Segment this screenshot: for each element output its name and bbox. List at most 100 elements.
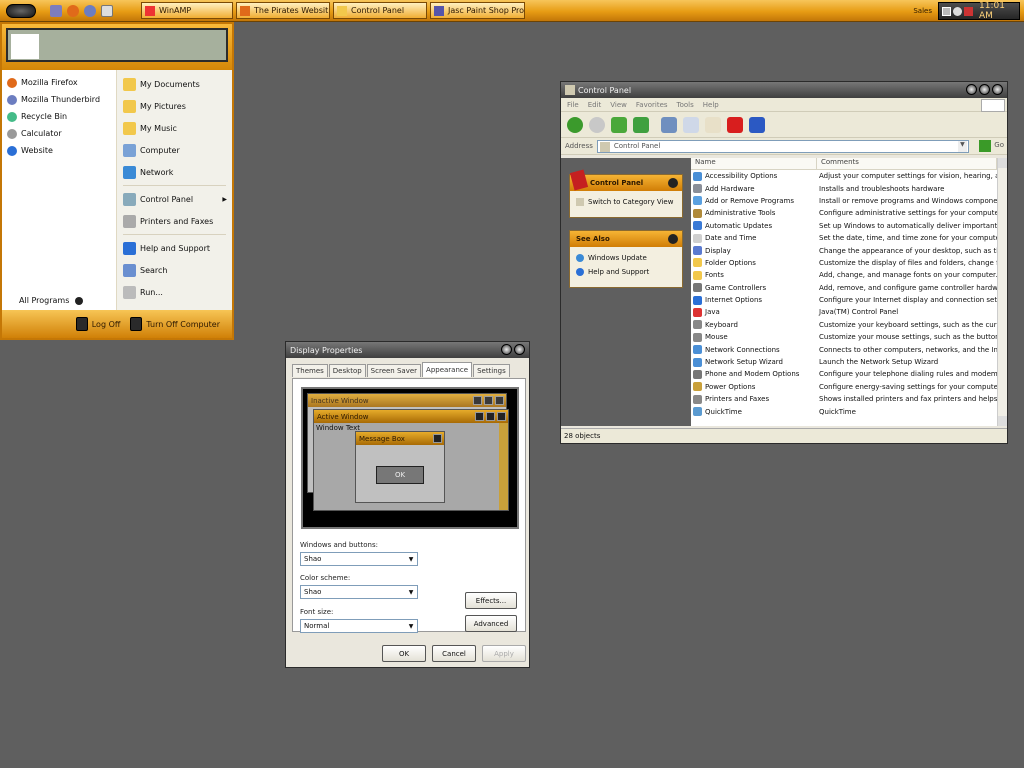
up-folder-icon[interactable]: [611, 116, 627, 133]
all-programs-button[interactable]: All Programs: [14, 292, 84, 309]
list-item[interactable]: Display Change the appearance of your des…: [691, 244, 997, 256]
network-tray-icon[interactable]: [942, 6, 951, 16]
start-menu-item[interactable]: Mozilla Thunderbird: [2, 91, 116, 108]
apply-button[interactable]: Apply: [482, 645, 526, 662]
list-item[interactable]: Mouse Customize your mouse settings, such…: [691, 331, 997, 343]
tab-appearance[interactable]: Appearance: [422, 362, 473, 377]
menu-view[interactable]: View: [610, 101, 627, 109]
taskbar-button[interactable]: WinAMP: [141, 2, 233, 19]
menu-file[interactable]: File: [567, 101, 579, 109]
start-menu-place[interactable]: Computer: [117, 139, 232, 161]
ok-button[interactable]: OK: [382, 645, 426, 662]
log-off-button[interactable]: Log Off: [75, 317, 120, 331]
list-item[interactable]: Fonts Add, change, and manage fonts on yo…: [691, 269, 997, 281]
scroll-up-button[interactable]: [998, 158, 1007, 168]
paste-icon[interactable]: [705, 116, 721, 133]
start-menu-place[interactable]: Printers and Faxes: [117, 210, 232, 232]
start-menu-place[interactable]: Network: [117, 161, 232, 183]
address-dropdown-icon[interactable]: ▼: [957, 140, 967, 152]
list-item[interactable]: Add or Remove Programs Install or remove …: [691, 195, 997, 207]
start-menu-item[interactable]: Calculator: [2, 125, 116, 142]
see-also-link[interactable]: Help and Support: [576, 265, 676, 279]
color-scheme-select[interactable]: Shao ▼: [300, 585, 418, 599]
address-field[interactable]: Control Panel ▼: [596, 139, 969, 153]
scroll-down-button[interactable]: [998, 416, 1007, 426]
language-indicator[interactable]: Sales: [913, 7, 932, 15]
list-item[interactable]: Network Connections Connects to other com…: [691, 343, 997, 355]
clock[interactable]: 11:01 AM: [979, 1, 1016, 21]
collapse-icon[interactable]: [668, 234, 678, 244]
list-item[interactable]: Internet Options Configure your Internet …: [691, 294, 997, 306]
go-arrow-icon[interactable]: [979, 140, 991, 152]
cut-icon[interactable]: [661, 116, 677, 133]
list-item[interactable]: Add Hardware Installs and troubleshoots h…: [691, 182, 997, 194]
list-item[interactable]: Power Options Configure energy-saving set…: [691, 381, 997, 393]
start-menu-place[interactable]: Search: [117, 259, 232, 281]
name-column-header[interactable]: Name: [691, 158, 817, 169]
taskbar-button[interactable]: Control Panel: [333, 2, 427, 19]
list-item[interactable]: QuickTime QuickTime: [691, 405, 997, 417]
start-menu-place[interactable]: My Documents: [117, 73, 232, 95]
taskbar-button[interactable]: Jasc Paint Shop Pro: [430, 2, 525, 19]
start-menu-item[interactable]: Mozilla Firefox: [2, 74, 116, 91]
back-icon[interactable]: [567, 116, 583, 133]
close-button[interactable]: [514, 344, 525, 355]
volume-tray-icon[interactable]: [953, 6, 962, 16]
dialog-titlebar[interactable]: Display Properties: [286, 342, 529, 358]
menu-help[interactable]: Help: [703, 101, 719, 109]
minimize-button[interactable]: [966, 84, 977, 95]
list-item[interactable]: Automatic Updates Set up Windows to autom…: [691, 220, 997, 232]
go-label[interactable]: Go: [994, 141, 1004, 149]
collapse-icon[interactable]: [668, 178, 678, 188]
start-menu-place[interactable]: My Pictures: [117, 95, 232, 117]
control-panel-titlebar[interactable]: Control Panel: [561, 82, 1007, 98]
effects-button[interactable]: Effects...: [465, 592, 517, 609]
list-item[interactable]: Keyboard Customize your keyboard settings…: [691, 319, 997, 331]
start-menu-place[interactable]: Run...: [117, 281, 232, 303]
firefox-icon[interactable]: [67, 4, 79, 17]
menu-tools[interactable]: Tools: [677, 101, 694, 109]
tab-desktop[interactable]: Desktop: [328, 364, 366, 377]
list-item[interactable]: Administrative Tools Configure administra…: [691, 207, 997, 219]
advanced-button[interactable]: Advanced: [465, 615, 517, 632]
font-size-select[interactable]: Normal ▼: [300, 619, 418, 633]
maximize-button[interactable]: [979, 84, 990, 95]
help-button[interactable]: [501, 344, 512, 355]
tab-themes[interactable]: Themes: [292, 364, 328, 377]
see-also-link[interactable]: Windows Update: [576, 251, 676, 265]
undo-icon[interactable]: [749, 116, 765, 133]
control-panel-pane-header[interactable]: Control Panel: [569, 169, 682, 191]
switch-category-view-link[interactable]: Switch to Category View: [576, 195, 676, 209]
list-item[interactable]: Accessibility Options Adjust your compute…: [691, 170, 997, 182]
list-item[interactable]: Printers and Faxes Shows installed printe…: [691, 393, 997, 405]
windows-buttons-select[interactable]: Shao ▼: [300, 552, 418, 566]
forward-icon[interactable]: [589, 116, 605, 133]
delete-icon[interactable]: [727, 116, 743, 133]
list-item[interactable]: Game Controllers Add, remove, and configu…: [691, 282, 997, 294]
list-item[interactable]: Phone and Modem Options Configure your te…: [691, 368, 997, 380]
thunderbird-icon[interactable]: [84, 4, 96, 17]
show-desktop-icon[interactable]: [50, 4, 62, 17]
taskbar-button[interactable]: The Pirates Websit...: [236, 2, 330, 19]
list-item[interactable]: Folder Options Customize the display of f…: [691, 257, 997, 269]
vertical-scrollbar[interactable]: [997, 158, 1007, 426]
start-menu-item[interactable]: Recycle Bin: [2, 108, 116, 125]
menu-edit[interactable]: Edit: [588, 101, 602, 109]
tab-screen-saver[interactable]: Screen Saver: [366, 364, 422, 377]
security-tray-icon[interactable]: [964, 6, 973, 16]
start-button[interactable]: [6, 3, 36, 18]
start-menu-place[interactable]: My Music: [117, 117, 232, 139]
tab-settings[interactable]: Settings: [473, 364, 510, 377]
start-menu-place[interactable]: Help and Support: [117, 237, 232, 259]
media-icon[interactable]: [101, 4, 113, 17]
see-also-header[interactable]: See Also: [570, 231, 682, 247]
user-picture[interactable]: [11, 34, 39, 59]
list-item[interactable]: Java Java(TM) Control Panel: [691, 306, 997, 318]
comments-column-header[interactable]: Comments: [817, 158, 997, 169]
copy-icon[interactable]: [683, 116, 699, 133]
start-menu-item[interactable]: Website: [2, 142, 116, 159]
list-item[interactable]: Network Setup Wizard Launch the Network S…: [691, 356, 997, 368]
cancel-button[interactable]: Cancel: [432, 645, 476, 662]
close-button[interactable]: [992, 84, 1003, 95]
start-menu-place[interactable]: Control Panel ▶: [117, 188, 232, 210]
